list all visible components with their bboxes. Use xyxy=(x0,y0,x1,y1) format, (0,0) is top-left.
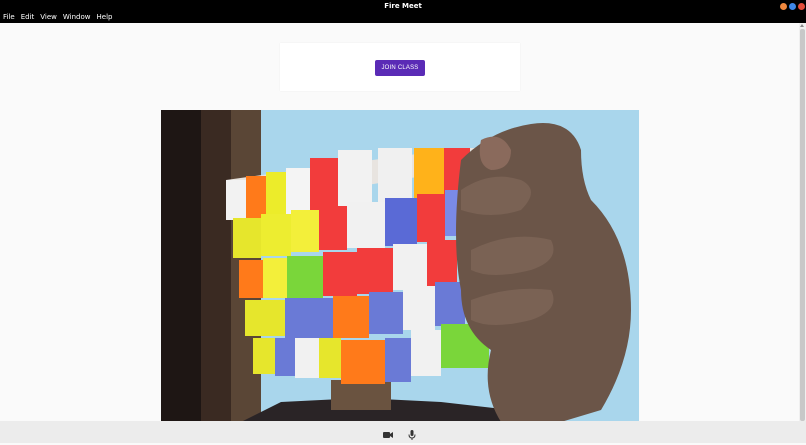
microphone-icon-graphic xyxy=(408,430,416,440)
scrollbar-thumb[interactable] xyxy=(800,29,805,421)
window-titlebar: Fire Meet xyxy=(0,0,806,12)
main-content: JOIN CLASS xyxy=(0,23,799,422)
microphone-icon[interactable] xyxy=(406,426,418,440)
window-title: Fire Meet xyxy=(384,2,422,10)
camera-video-feed xyxy=(161,110,639,422)
close-button[interactable] xyxy=(798,3,805,10)
video-frame xyxy=(161,110,639,422)
scroll-up-arrow-icon[interactable] xyxy=(800,24,804,27)
menu-help[interactable]: Help xyxy=(97,12,113,23)
minimize-button[interactable] xyxy=(780,3,787,10)
menu-edit[interactable]: Edit xyxy=(21,12,35,23)
menu-view[interactable]: View xyxy=(40,12,57,23)
menu-file[interactable]: File xyxy=(3,12,15,23)
call-control-bar xyxy=(0,421,806,443)
join-class-button[interactable]: JOIN CLASS xyxy=(375,60,425,76)
video-camera-icon-graphic xyxy=(383,432,393,438)
video-camera-icon[interactable] xyxy=(382,426,394,438)
vertical-scrollbar[interactable] xyxy=(799,23,806,421)
menu-window[interactable]: Window xyxy=(63,12,91,23)
maximize-button[interactable] xyxy=(789,3,796,10)
menu-bar: File Edit View Window Help xyxy=(0,12,806,23)
join-card: JOIN CLASS xyxy=(280,43,520,91)
